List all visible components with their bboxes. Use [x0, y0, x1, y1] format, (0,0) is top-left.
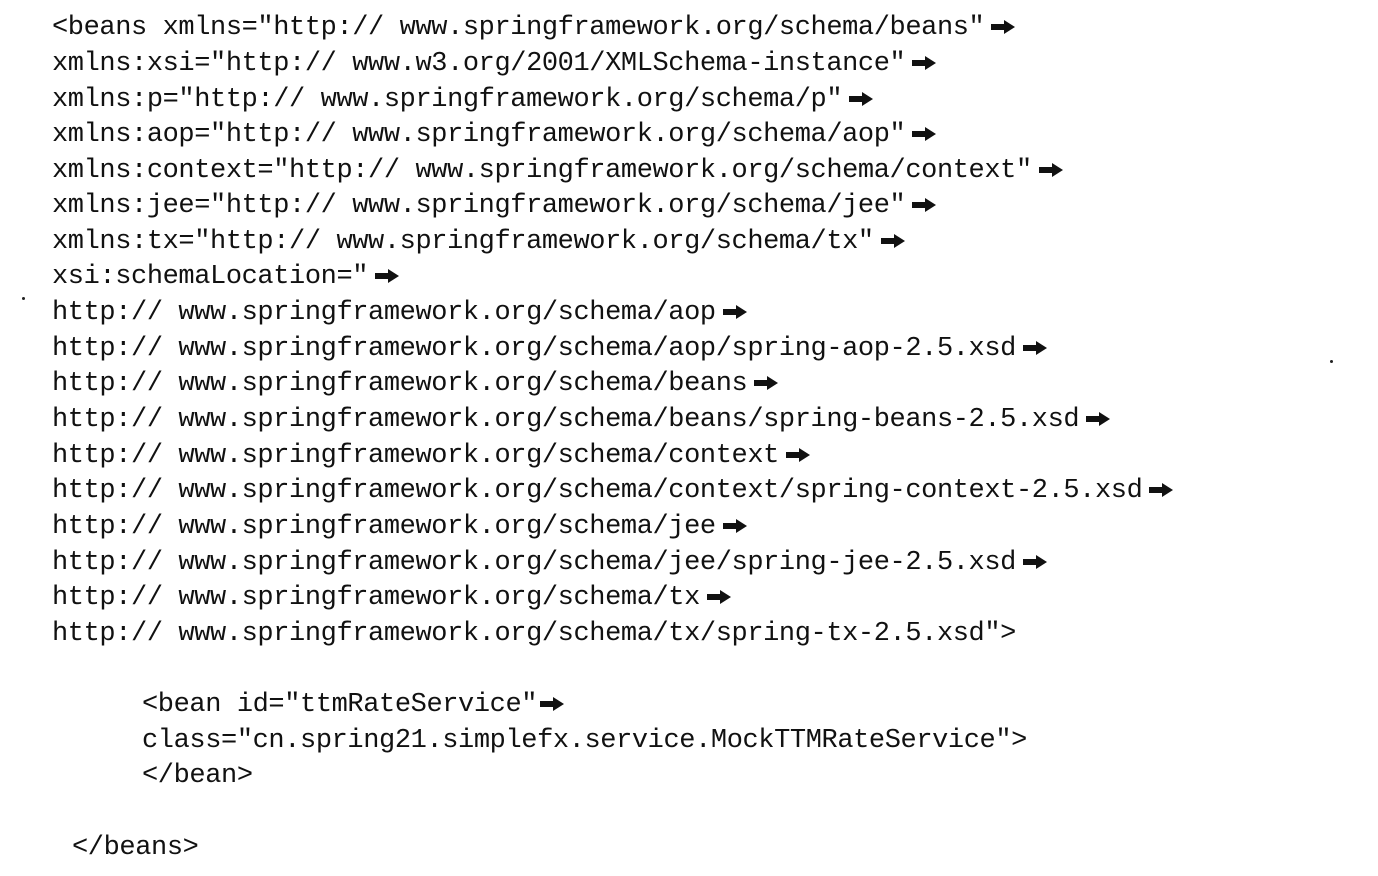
code-text: http:// www.springframework.org/schema/j… [52, 548, 1016, 578]
line-continuation-arrow-icon [911, 55, 937, 71]
code-line: http:// www.springframework.org/schema/b… [52, 404, 1111, 436]
code-line: </beans> [72, 832, 199, 864]
code-text: <beans xmlns="http:// www.springframewor… [52, 13, 985, 43]
code-text: xmlns:p="http:// www.springframework.org… [52, 85, 843, 115]
line-continuation-arrow-icon [722, 304, 748, 320]
code-text: class="cn.spring21.simplefx.service.Mock… [142, 726, 1027, 756]
line-continuation-arrow-icon [1022, 554, 1048, 570]
line-continuation-arrow-icon [1022, 340, 1048, 356]
code-line: xmlns:p="http:// www.springframework.org… [52, 84, 874, 116]
code-text: http:// www.springframework.org/schema/b… [52, 369, 748, 399]
code-line: <beans xmlns="http:// www.springframewor… [52, 12, 1016, 44]
code-line: http:// www.springframework.org/schema/b… [52, 368, 779, 400]
line-continuation-arrow-icon [722, 518, 748, 534]
line-continuation-arrow-icon [1148, 482, 1174, 498]
line-continuation-arrow-icon [706, 589, 732, 605]
code-text: http:// www.springframework.org/schema/t… [52, 583, 700, 613]
code-text: http:// www.springframework.org/schema/b… [52, 405, 1080, 435]
code-text: http:// www.springframework.org/schema/a… [52, 298, 716, 328]
line-continuation-arrow-icon [1038, 162, 1064, 178]
scan-speck [1330, 360, 1333, 363]
code-line: class="cn.spring21.simplefx.service.Mock… [142, 725, 1027, 757]
code-text: xmlns:tx="http:// www.springframework.or… [52, 227, 874, 257]
code-line: http:// www.springframework.org/schema/c… [52, 475, 1174, 507]
line-continuation-arrow-icon [911, 126, 937, 142]
line-continuation-arrow-icon [880, 233, 906, 249]
line-continuation-arrow-icon [848, 91, 874, 107]
code-text: http:// www.springframework.org/schema/j… [52, 512, 716, 542]
line-continuation-arrow-icon [753, 375, 779, 391]
code-text: xmlns:jee="http:// www.springframework.o… [52, 191, 906, 221]
code-text: xmlns:xsi="http:// www.w3.org/2001/XMLSc… [52, 49, 906, 79]
code-text: http:// www.springframework.org/schema/a… [52, 334, 1016, 364]
code-line: http:// www.springframework.org/schema/t… [52, 582, 732, 614]
line-continuation-arrow-icon [785, 447, 811, 463]
code-line: </bean> [142, 760, 253, 792]
code-text: xsi:schemaLocation=" [52, 262, 369, 292]
line-continuation-arrow-icon [911, 197, 937, 213]
code-text: <bean id="ttmRateService" [142, 690, 538, 720]
code-line: http:// www.springframework.org/schema/j… [52, 511, 748, 543]
line-continuation-arrow-icon [539, 696, 565, 712]
code-text: http:// www.springframework.org/schema/c… [52, 476, 1143, 506]
line-continuation-arrow-icon [990, 19, 1016, 35]
scan-speck [22, 297, 25, 300]
code-line: xmlns:tx="http:// www.springframework.or… [52, 226, 906, 258]
code-line: http:// www.springframework.org/schema/t… [52, 618, 1016, 650]
code-page: <beans xmlns="http:// www.springframewor… [0, 0, 1378, 876]
code-line: http:// www.springframework.org/schema/a… [52, 333, 1048, 365]
code-text: xmlns:aop="http:// www.springframework.o… [52, 120, 906, 150]
code-line: xmlns:xsi="http:// www.w3.org/2001/XMLSc… [52, 48, 937, 80]
code-line: xmlns:context="http:// www.springframewo… [52, 155, 1064, 187]
code-line: http:// www.springframework.org/schema/a… [52, 297, 748, 329]
code-text: xmlns:context="http:// www.springframewo… [52, 156, 1032, 186]
code-text: http:// www.springframework.org/schema/t… [52, 619, 1016, 649]
code-text: http:// www.springframework.org/schema/c… [52, 441, 779, 471]
code-line: <bean id="ttmRateService" [142, 689, 565, 721]
code-line: xmlns:aop="http:// www.springframework.o… [52, 119, 937, 151]
code-text: </beans> [72, 833, 199, 863]
code-text: </bean> [142, 761, 253, 791]
line-continuation-arrow-icon [1085, 411, 1111, 427]
code-line: http:// www.springframework.org/schema/j… [52, 547, 1048, 579]
code-line: xsi:schemaLocation=" [52, 261, 400, 293]
code-line: xmlns:jee="http:// www.springframework.o… [52, 190, 937, 222]
line-continuation-arrow-icon [374, 268, 400, 284]
code-line: http:// www.springframework.org/schema/c… [52, 440, 811, 472]
